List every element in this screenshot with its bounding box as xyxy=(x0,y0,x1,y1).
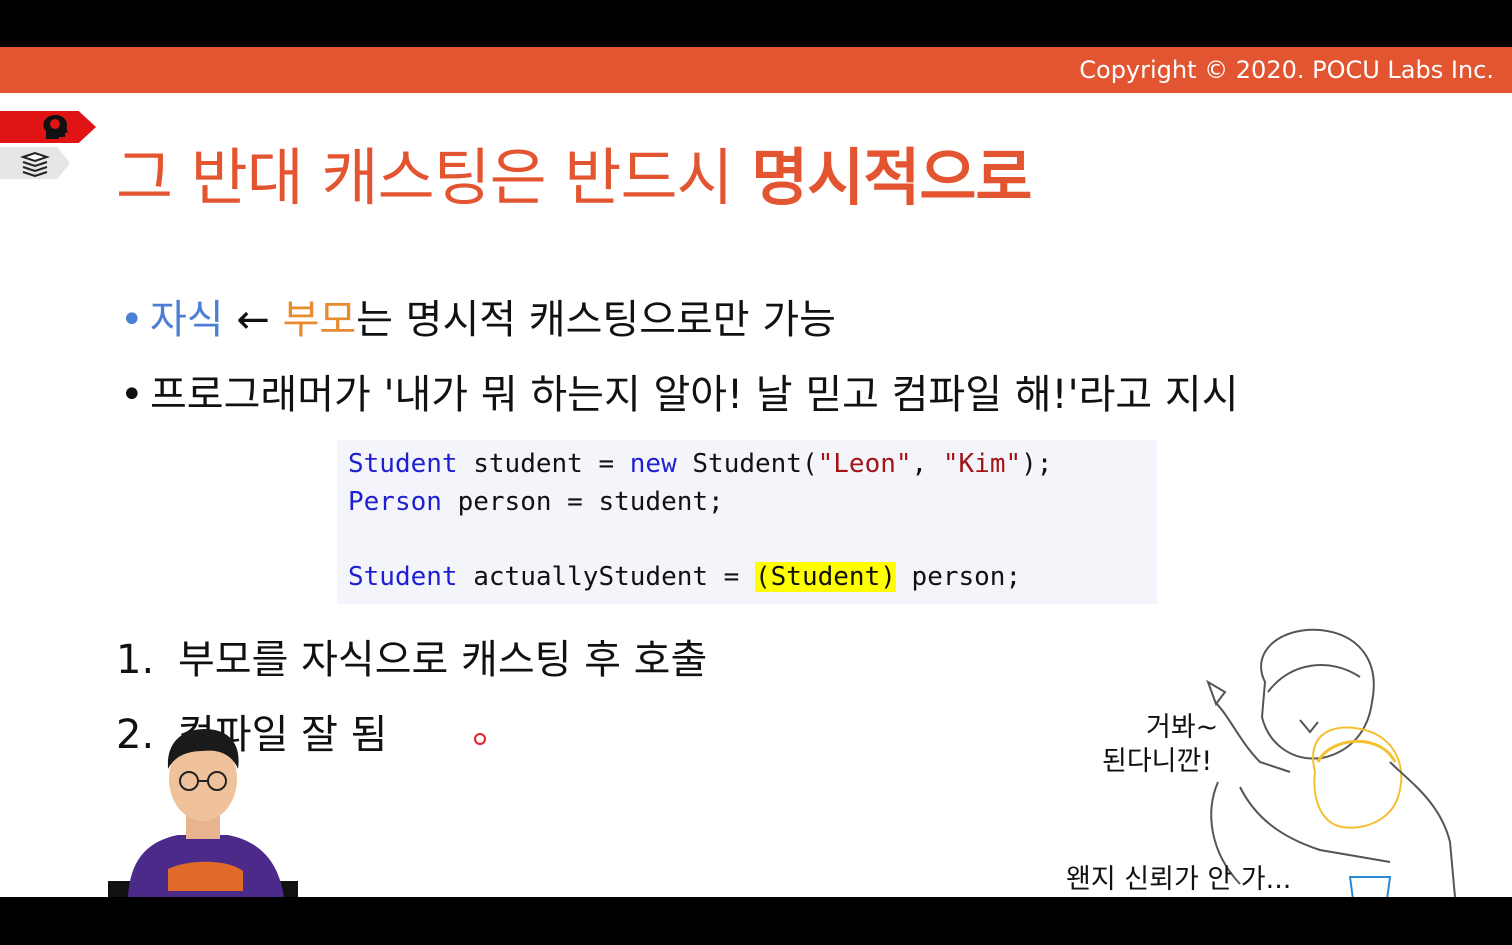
brain-head-icon xyxy=(43,115,68,139)
presenter-video-icon xyxy=(108,729,298,897)
code-text: person; xyxy=(895,562,1022,592)
code-block: Student student = new Student("Leon", "K… xyxy=(337,440,1157,604)
bullet-dot: • xyxy=(120,372,144,418)
copyright-text: Copyright © 2020. POCU Labs Inc. xyxy=(1079,56,1494,84)
code-text: ); xyxy=(1021,449,1053,479)
code-text: person = student; xyxy=(441,487,724,517)
bullet-item: • 프로그래머가 '내가 뭐 하는지 알아! 날 믿고 컴파일 해!'라고 지시 xyxy=(120,362,1239,420)
code-line-3: Student actuallyStudent = (Student) pers… xyxy=(348,562,1021,592)
bullet-dot: • xyxy=(120,297,144,343)
cartoon-speech-2: 왠지 신뢰가 안 가... xyxy=(1066,864,1292,895)
code-line-1: Student student = new Student("Leon", "K… xyxy=(348,449,1052,479)
code-type: Student xyxy=(348,562,458,592)
code-text: student = xyxy=(457,449,630,479)
step-number: 1. xyxy=(116,637,155,683)
code-type: Student xyxy=(348,449,458,479)
code-text: Student( xyxy=(676,449,818,479)
laser-pointer xyxy=(474,733,486,745)
numbered-item: 1. 부모를 자식으로 캐스팅 후 호출 xyxy=(116,627,707,685)
code-text: actuallyStudent = xyxy=(457,562,755,592)
arrow-left-icon: ← xyxy=(223,297,283,343)
code-keyword: new xyxy=(629,449,677,479)
title-text: 그 반대 캐스팅은 반드시 xyxy=(116,141,752,214)
code-string: "Leon" xyxy=(817,449,912,479)
code-text: , xyxy=(911,449,943,479)
parent-term: 부모 xyxy=(282,297,357,343)
code-cast-highlight: (Student) xyxy=(755,562,896,592)
code-type: Person xyxy=(348,487,442,517)
header-bar: Copyright © 2020. POCU Labs Inc. xyxy=(0,47,1512,93)
code-string: "Kim" xyxy=(942,449,1022,479)
slide: Copyright © 2020. POCU Labs Inc. 그 반대 캐스… xyxy=(0,47,1512,897)
page-title: 그 반대 캐스팅은 반드시 명시적으로 xyxy=(116,127,1032,217)
title-emphasis: 명시적으로 xyxy=(751,141,1032,214)
bullet-text: 프로그래머가 '내가 뭐 하는지 알아! 날 믿고 컴파일 해!'라고 지시 xyxy=(150,372,1239,418)
step-text: 부모를 자식으로 캐스팅 후 호출 xyxy=(178,637,708,683)
child-term: 자식 xyxy=(150,297,224,343)
cartoon-speech-1-cont: 된다니깐! xyxy=(1102,746,1213,777)
bullet-rest: 는 명시적 캐스팅으로만 가능 xyxy=(356,297,836,343)
bullet-item: • 자식 ← 부모는 명시적 캐스팅으로만 가능 xyxy=(120,287,836,345)
book-stack-icon xyxy=(20,151,50,177)
code-line-2: Person person = student; xyxy=(348,487,724,517)
